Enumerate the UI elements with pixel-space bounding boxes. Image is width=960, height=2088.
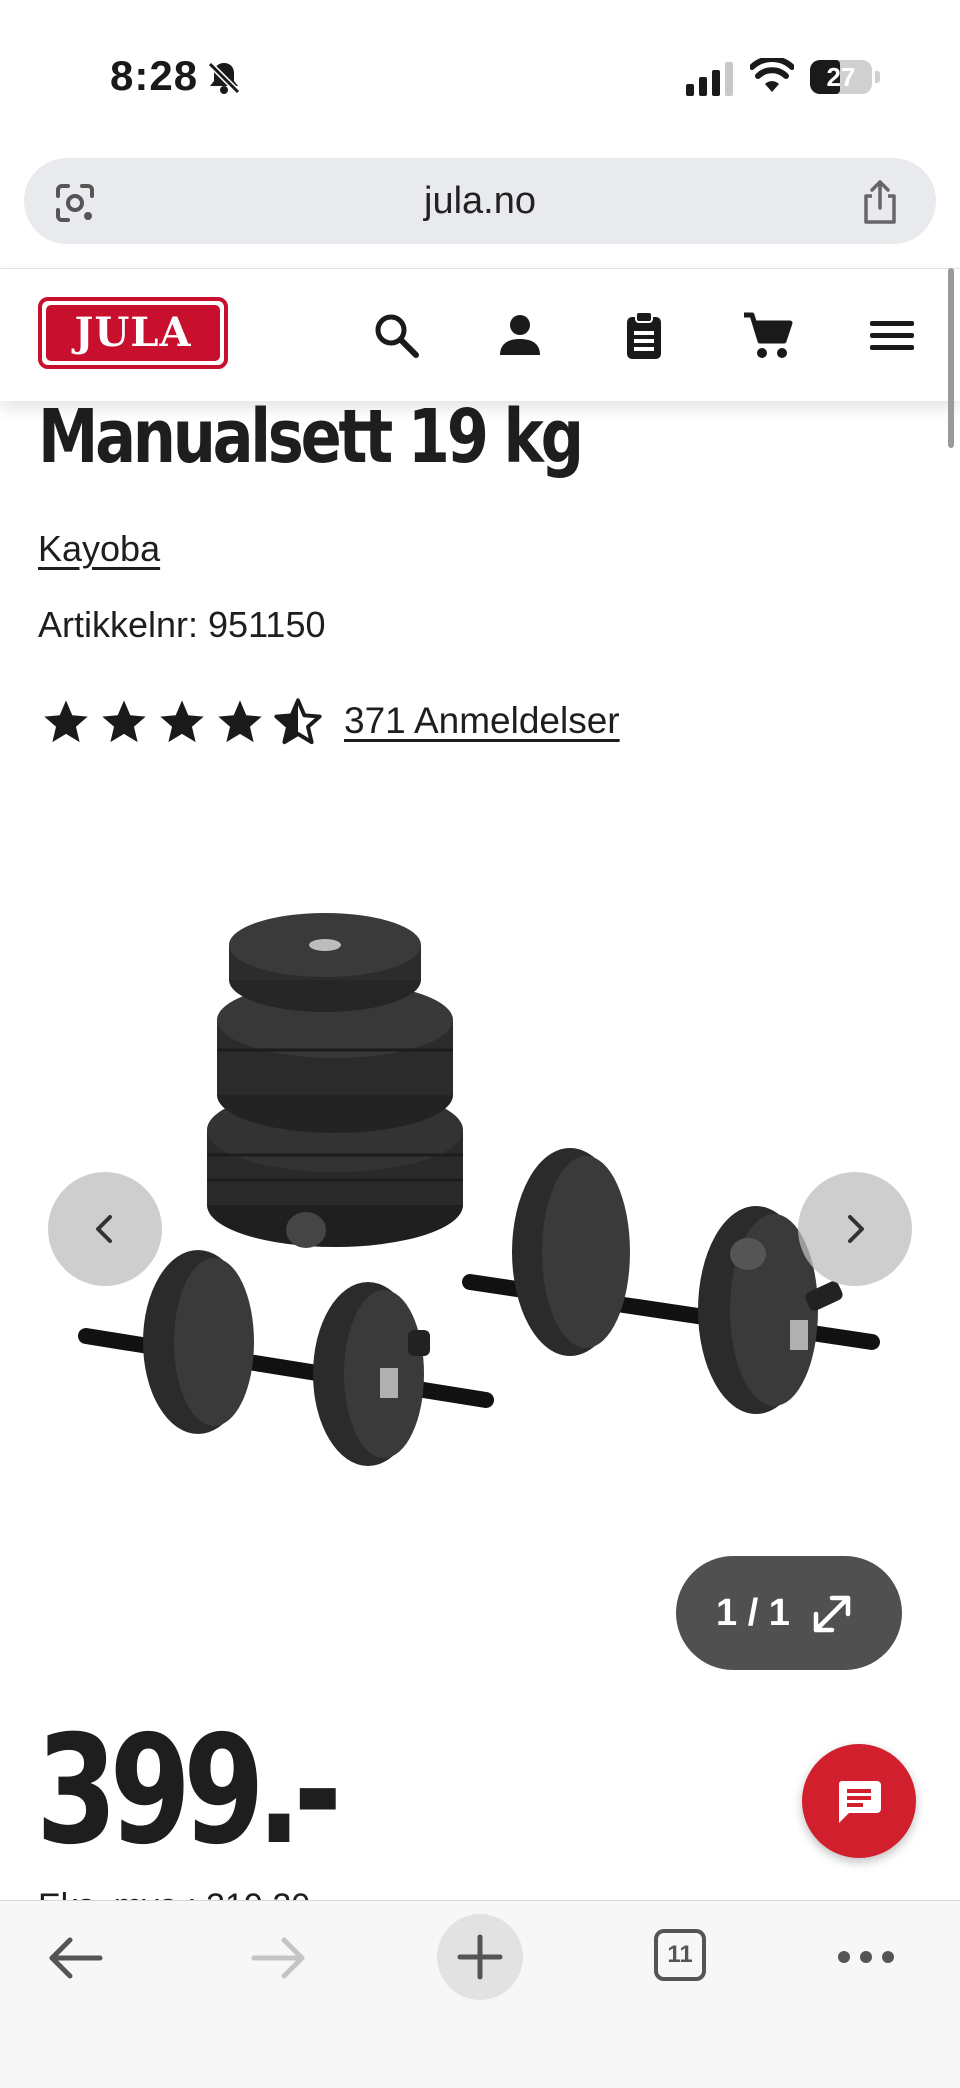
chat-icon [838, 1781, 881, 1823]
bell-muted-icon [207, 61, 241, 95]
status-bar: 8:28 27 [0, 0, 960, 150]
chevron-left-icon [96, 1215, 112, 1243]
back-arrow-icon[interactable] [46, 1933, 106, 1983]
status-time: 8:28 [110, 52, 199, 99]
dumbbell-right [462, 1148, 880, 1414]
browser-toolbar: 11 [0, 1900, 960, 2088]
url-text: jula.no [424, 180, 536, 222]
jula-logo[interactable]: JULA [38, 297, 228, 369]
gallery-counter-fullscreen-button[interactable]: 1 / 1 [676, 1556, 902, 1670]
more-menu-icon[interactable] [836, 1945, 896, 1969]
wifi-icon [750, 58, 794, 92]
star-half-icon [274, 698, 322, 745]
gallery-next-button[interactable] [798, 1172, 912, 1286]
star-full-icon [102, 700, 146, 743]
star-full-icon [44, 700, 88, 743]
gallery-counter: 1 / 1 [716, 1592, 790, 1634]
account-icon[interactable] [494, 309, 546, 361]
site-header: JULA [0, 268, 960, 401]
share-icon[interactable] [858, 178, 902, 226]
article-number: Artikkelnr: 951150 [38, 604, 326, 645]
product-price: 399.- [36, 1704, 342, 1878]
forward-arrow-icon[interactable] [248, 1933, 308, 1983]
expand-icon [813, 1595, 851, 1633]
product-title: Manualsett 19 kg [38, 394, 584, 480]
new-tab-plus-icon[interactable] [436, 1913, 524, 2001]
cellular-signal-icon [686, 62, 733, 96]
search-icon[interactable] [370, 309, 422, 361]
brand-link[interactable]: Kayoba [38, 528, 160, 570]
chat-button[interactable] [802, 1744, 916, 1858]
plate-stack [207, 913, 463, 1248]
address-bar[interactable]: jula.no [24, 158, 936, 244]
chevron-right-icon [848, 1215, 864, 1243]
cart-icon[interactable] [742, 309, 794, 361]
dumbbell-left [78, 1250, 494, 1466]
menu-icon[interactable] [866, 309, 918, 361]
battery-icon: 27 [810, 60, 880, 94]
reviews-link[interactable]: 371 Anmeldelser [344, 700, 620, 742]
shopping-list-icon[interactable] [618, 309, 670, 361]
star-full-icon [218, 700, 262, 743]
battery-level: 27 [826, 62, 856, 92]
tabs-button[interactable]: 11 [654, 1929, 706, 1981]
star-full-icon [160, 700, 204, 743]
logo-text: JULA [46, 305, 220, 361]
gallery-prev-button[interactable] [48, 1172, 162, 1286]
rating-stars[interactable] [40, 696, 324, 748]
page-scrollbar[interactable] [948, 268, 954, 448]
